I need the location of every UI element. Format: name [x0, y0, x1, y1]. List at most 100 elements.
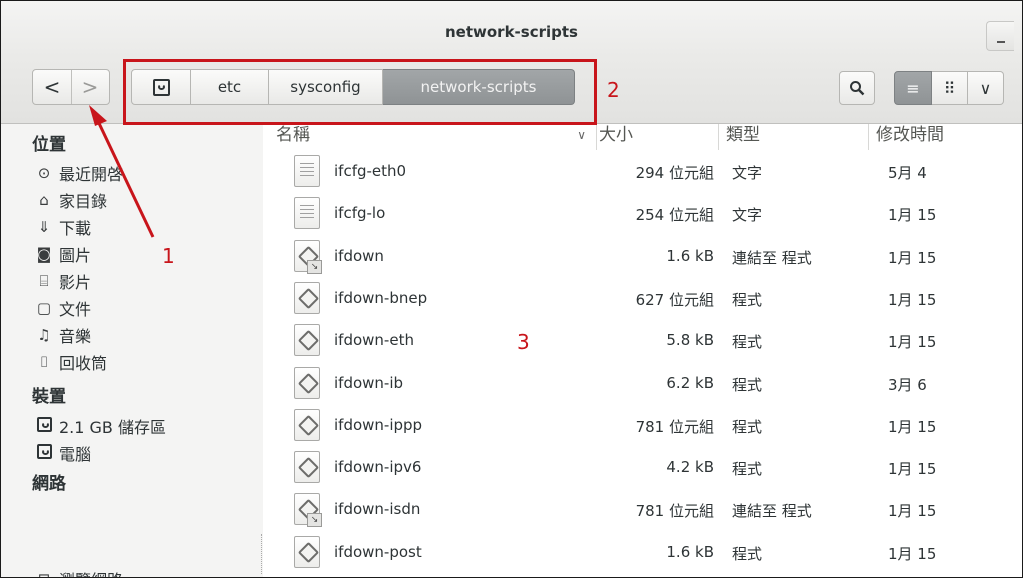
- sidebar-item-storage[interactable]: 2.1 GB 儲存區: [35, 414, 166, 438]
- sidebar-item-label: 家目錄: [59, 192, 108, 211]
- column-header-name[interactable]: 名稱 ∨: [274, 124, 597, 150]
- sidebar-item-label: 最近開啓: [59, 165, 124, 184]
- file-modified: 5月 4: [888, 164, 927, 182]
- sidebar-heading-places: 位置: [32, 135, 66, 155]
- file-size: 6.2 kB: [666, 373, 714, 392]
- back-button[interactable]: <: [33, 70, 72, 104]
- script-icon: [294, 408, 320, 441]
- file-row[interactable]: ifdown-post 1.6 kB 程式 1月 15: [264, 532, 1022, 574]
- file-modified: 3月 6: [888, 375, 927, 394]
- file-size: 1.6 kB: [666, 246, 714, 265]
- sidebar-item-label: 文件: [59, 300, 92, 319]
- file-name: ifdown: [334, 246, 384, 265]
- sidebar-item-browse-network[interactable]: ⊟ 瀏覽網路: [35, 567, 123, 577]
- sidebar-item-trash[interactable]: ⌷ 回收筒: [35, 350, 107, 374]
- annotation-label-3: 3: [517, 330, 530, 354]
- file-name: ifcfg-eth0: [334, 162, 407, 180]
- sidebar-item-label: 影片: [59, 273, 92, 292]
- sidebar-item-home[interactable]: ⌂ 家目錄: [35, 188, 107, 212]
- file-modified: 1月 15: [888, 460, 937, 479]
- sidebar-item-documents[interactable]: ▢ 文件: [35, 296, 91, 320]
- sidebar-item-label: 下載: [59, 219, 92, 238]
- file-type: 程式: [732, 544, 763, 563]
- file-row[interactable]: ifdown 1.6 kB 連結至 程式 1月 15: [264, 236, 1022, 278]
- view-menu-button[interactable]: ∨: [968, 71, 1004, 105]
- file-type: 文字: [732, 206, 763, 225]
- file-type: 連結至 程式: [732, 502, 812, 521]
- document-icon: ▢: [36, 299, 52, 317]
- script-icon: [294, 535, 320, 568]
- file-type: 程式: [732, 460, 763, 479]
- minimize-button[interactable]: [986, 21, 1014, 51]
- file-list: 名稱 ∨ 大小 類型 修改時間 ifcfg-eth0 294 位元組文字 5月 4 if…: [264, 124, 1022, 577]
- file-type: 程式: [732, 375, 763, 394]
- file-name: ifdown-eth: [334, 331, 414, 350]
- symlink-script-icon: [294, 239, 322, 274]
- sidebar-item-videos[interactable]: ⌸ 影片: [35, 269, 91, 293]
- script-icon: [294, 366, 320, 399]
- sidebar-item-pictures[interactable]: ◙ 圖片: [35, 242, 91, 266]
- file-type: 程式: [732, 290, 763, 309]
- symlink-script-icon: [294, 493, 322, 528]
- file-size: 294 位元組: [635, 164, 714, 182]
- grid-view-button[interactable]: ⠿: [932, 71, 968, 105]
- file-row[interactable]: ifdown-isdn 781 位元組連結至 程式 1月 15: [264, 489, 1022, 531]
- script-icon: [294, 324, 320, 357]
- sidebar-item-label: 音樂: [59, 327, 92, 346]
- sidebar-resize-handle[interactable]: [261, 534, 263, 574]
- file-modified: 1月 15: [888, 544, 937, 563]
- network-icon: ⊟: [35, 570, 53, 577]
- file-row[interactable]: ifdown-ib 6.2 kB 程式 3月 6: [264, 363, 1022, 405]
- file-modified: 1月 15: [888, 417, 937, 436]
- sidebar-item-music[interactable]: ♫ 音樂: [35, 323, 91, 347]
- file-size: 5.8 kB: [666, 331, 714, 350]
- list-icon: ≡: [906, 78, 920, 98]
- computer-icon: [35, 443, 53, 463]
- sidebar-heading-devices: 裝置: [32, 387, 66, 407]
- file-name: ifcfg-lo: [334, 204, 386, 223]
- forward-button[interactable]: >: [71, 70, 109, 104]
- file-size: 1.6 kB: [666, 542, 714, 561]
- annotation-highlight-box: [123, 59, 597, 125]
- file-row[interactable]: ifcfg-lo 254 位元組 文字 1月 15: [264, 193, 1022, 235]
- camera-icon: ◙: [36, 245, 52, 263]
- text-file-icon: [294, 197, 320, 230]
- column-header-type[interactable]: 類型: [724, 124, 869, 150]
- navigation-buttons: < >: [32, 69, 110, 105]
- file-row[interactable]: ifdown-bnep 627 位元組 程式 1月 15: [264, 278, 1022, 320]
- file-name: ifdown-bnep: [334, 288, 428, 307]
- text-file-icon: [294, 155, 320, 187]
- sidebar-item-label: 圖片: [59, 246, 92, 265]
- file-name: ifdown-ipv6: [334, 458, 422, 477]
- list-view-button[interactable]: ≡: [894, 71, 932, 105]
- sidebar-item-computer[interactable]: 電腦: [35, 441, 91, 465]
- file-name: ifdown-ib: [334, 373, 404, 392]
- file-name: ifdown-post: [334, 542, 422, 561]
- sidebar-item-label: 瀏覽網路: [59, 567, 123, 577]
- file-row[interactable]: ifdown-eth 5.8 kB 程式 1月 15: [264, 320, 1022, 362]
- annotation-label-2: 2: [607, 78, 620, 102]
- file-row[interactable]: ifcfg-eth0 294 位元組 文字 5月 4: [264, 151, 1022, 193]
- file-row[interactable]: ifdown-ipv6 4.2 kB 程式 1月 15: [264, 447, 1022, 489]
- file-size: 627 位元組: [635, 290, 714, 309]
- file-modified: 1月 15: [888, 248, 937, 267]
- file-name: ifdown-ippp: [334, 415, 423, 434]
- file-modified: 1月 15: [888, 206, 937, 225]
- column-header-modified[interactable]: 修改時間: [874, 124, 1022, 150]
- search-icon: [850, 81, 865, 96]
- sidebar-item-recent[interactable]: ⊙ 最近開啓: [35, 161, 123, 185]
- file-size: 781 位元組: [635, 502, 714, 521]
- title-bar: network-scripts: [1, 1, 1022, 57]
- column-header-size[interactable]: 大小: [597, 124, 719, 150]
- file-size: 781 位元組: [635, 417, 714, 436]
- file-row[interactable]: ifdown-ippp 781 位元組 程式 1月 15: [264, 405, 1022, 447]
- search-button[interactable]: [839, 71, 875, 105]
- file-name: ifdown-isdn: [334, 500, 421, 519]
- sidebar-heading-network: 網路: [32, 474, 66, 494]
- drive-icon-glyph: [36, 416, 52, 432]
- file-type: 連結至 程式: [732, 248, 812, 267]
- window-title: network-scripts: [445, 23, 578, 41]
- sidebar-item-downloads[interactable]: ⇓ 下載: [35, 215, 91, 239]
- file-modified: 1月 15: [888, 290, 937, 309]
- grid-icon: ⠿: [943, 78, 956, 98]
